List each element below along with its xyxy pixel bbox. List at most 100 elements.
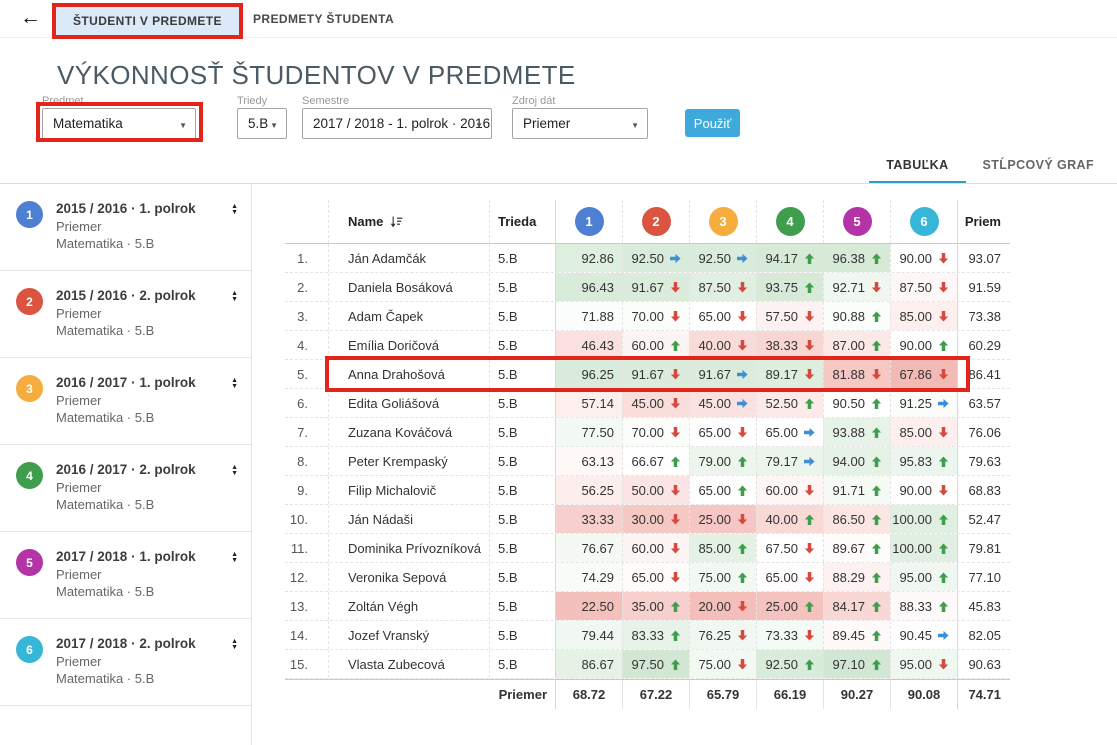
score-value: 79.44: [581, 628, 614, 643]
reorder-arrows-icon[interactable]: ▲▼: [231, 552, 238, 564]
score-cell: 85.00: [689, 534, 756, 562]
table-row[interactable]: 5.Anna Drahošová5.B96.2591.6791.6789.178…: [285, 360, 1010, 389]
trend-down-icon: [737, 514, 748, 525]
score-cell: 67.50: [756, 534, 823, 562]
sidebar-item-semester-5[interactable]: 52017 / 2018 · 1. polrokPriemerMatematik…: [0, 532, 251, 619]
sidebar-item-semester-2[interactable]: 22015 / 2016 · 2. polrokPriemerMatematik…: [0, 271, 251, 358]
table-row[interactable]: 10.Ján Nádaši5.B33.3330.0025.0040.0086.5…: [285, 505, 1010, 534]
trend-down-icon: [938, 659, 949, 670]
table-row[interactable]: 8.Peter Krempaský5.B63.1366.6779.0079.17…: [285, 447, 1010, 476]
trend-up-icon: [670, 630, 681, 641]
student-name: Ján Adamčák: [328, 244, 489, 272]
score-cell: 96.43: [555, 273, 622, 301]
triedy-select[interactable]: 5.B ▼: [237, 108, 287, 139]
table-row[interactable]: 15.Vlasta Zubecová5.B86.6797.5075.0092.5…: [285, 650, 1010, 679]
semester-source: Priemer: [56, 305, 211, 322]
student-name: Zuzana Kováčová: [328, 418, 489, 446]
student-average: 73.38: [957, 302, 1010, 330]
semestre-select[interactable]: 2017 / 2018 - 1. polrok · 2016... ▼: [302, 108, 492, 139]
sidebar-item-semester-3[interactable]: 32016 / 2017 · 1. polrokPriemerMatematik…: [0, 358, 251, 445]
table-row[interactable]: 12.Veronika Sepová5.B74.2965.0075.0065.0…: [285, 563, 1010, 592]
zdroj-dat-select[interactable]: Priemer ▼: [512, 108, 648, 139]
score-value: 92.86: [581, 251, 614, 266]
reorder-arrows-icon[interactable]: ▲▼: [231, 639, 238, 651]
trend-down-icon: [871, 282, 882, 293]
score-cell: 33.33: [555, 505, 622, 533]
score-cell: 95.83: [890, 447, 957, 475]
score-value: 95.00: [899, 657, 932, 672]
student-class: 5.B: [489, 273, 555, 301]
row-index: 11.: [285, 534, 328, 562]
score-cell: 87.50: [890, 273, 957, 301]
trend-same-icon: [938, 398, 949, 409]
score-cell: 63.13: [555, 447, 622, 475]
sort-icon[interactable]: [390, 216, 403, 228]
score-value: 87.50: [698, 280, 731, 295]
predmet-select[interactable]: Matematika ▼: [42, 108, 196, 139]
table-row[interactable]: 9.Filip Michalovič5.B56.2550.0065.0060.0…: [285, 476, 1010, 505]
trend-up-icon: [938, 572, 949, 583]
score-value: 96.38: [832, 251, 865, 266]
table-row[interactable]: 2.Daniela Bosáková5.B96.4391.6787.5093.7…: [285, 273, 1010, 302]
reorder-arrows-icon[interactable]: ▲▼: [231, 204, 238, 216]
trend-up-icon: [938, 456, 949, 467]
table-row[interactable]: 14.Jozef Vranský5.B79.4483.3376.2573.338…: [285, 621, 1010, 650]
trend-up-icon: [871, 572, 882, 583]
score-value: 84.17: [832, 599, 865, 614]
tab-stlpcovy-graf[interactable]: STĹPCOVÝ GRAF: [966, 150, 1111, 184]
student-class: 5.B: [489, 418, 555, 446]
table-row[interactable]: 1.Ján Adamčák5.B92.8692.5092.5094.1796.3…: [285, 244, 1010, 273]
trend-up-icon: [804, 514, 815, 525]
score-value: 70.00: [631, 309, 664, 324]
trend-down-icon: [871, 369, 882, 380]
score-value: 74.29: [581, 570, 614, 585]
column-average: 68.72: [555, 680, 622, 709]
table-row[interactable]: 11.Dominika Prívozníková5.B76.6760.0085.…: [285, 534, 1010, 563]
score-cell: 65.00: [756, 418, 823, 446]
score-cell: 95.00: [890, 650, 957, 678]
score-value: 46.43: [581, 338, 614, 353]
score-value: 65.00: [698, 483, 731, 498]
score-cell: 88.33: [890, 592, 957, 620]
table-row[interactable]: 7.Zuzana Kováčová5.B77.5070.0065.0065.00…: [285, 418, 1010, 447]
score-cell: 66.67: [622, 447, 689, 475]
score-cell: 75.00: [689, 650, 756, 678]
sidebar-item-semester-1[interactable]: 12015 / 2016 · 1. polrokPriemerMatematik…: [0, 184, 251, 271]
table-row[interactable]: 4.Emília Doričová5.B46.4360.0040.0038.33…: [285, 331, 1010, 360]
score-cell: 79.44: [555, 621, 622, 649]
score-value: 96.25: [581, 367, 614, 382]
tab-tabulka[interactable]: TABUĽKA: [869, 150, 965, 184]
score-cell: 87.50: [689, 273, 756, 301]
tab-studenti-v-predmete[interactable]: ŠTUDENTI V PREDMETE: [56, 7, 239, 35]
series-number-badge: 5: [843, 207, 872, 236]
column-header-name[interactable]: Name: [328, 200, 489, 243]
score-value: 95.00: [899, 570, 932, 585]
table-header-row: NameTrieda123456Priem: [285, 200, 1010, 244]
table-row[interactable]: 13.Zoltán Végh5.B22.5035.0020.0025.0084.…: [285, 592, 1010, 621]
score-cell: 90.00: [890, 331, 957, 359]
score-cell: 57.14: [555, 389, 622, 417]
score-value: 88.33: [899, 599, 932, 614]
score-cell: 45.00: [622, 389, 689, 417]
trend-up-icon: [871, 601, 882, 612]
row-index: 1.: [285, 244, 328, 272]
back-arrow-icon[interactable]: ←: [20, 6, 41, 30]
apply-button[interactable]: Použiť: [685, 109, 740, 137]
tab-predmety-studenta[interactable]: PREDMETY ŠTUDENTA: [236, 5, 411, 33]
reorder-arrows-icon[interactable]: ▲▼: [231, 378, 238, 390]
table-row[interactable]: 6.Edita Goliášová5.B57.1445.0045.0052.50…: [285, 389, 1010, 418]
trend-down-icon: [804, 340, 815, 351]
table-row[interactable]: 3.Adam Čapek5.B71.8870.0065.0057.5090.88…: [285, 302, 1010, 331]
row-index: 10.: [285, 505, 328, 533]
score-cell: 75.00: [689, 563, 756, 591]
semester-sidebar: 12015 / 2016 · 1. polrokPriemerMatematik…: [0, 184, 252, 745]
score-value: 40.00: [698, 338, 731, 353]
predmet-label: Predmet: [42, 95, 84, 107]
reorder-arrows-icon[interactable]: ▲▼: [231, 291, 238, 303]
sidebar-item-semester-4[interactable]: 42016 / 2017 · 2. polrokPriemerMatematik…: [0, 445, 251, 532]
reorder-arrows-icon[interactable]: ▲▼: [231, 465, 238, 477]
student-class: 5.B: [489, 389, 555, 417]
sidebar-item-semester-6[interactable]: 62017 / 2018 · 2. polrokPriemerMatematik…: [0, 619, 251, 706]
score-value: 97.10: [832, 657, 865, 672]
top-bar: ← ŠTUDENTI V PREDMETE PREDMETY ŠTUDENTA: [0, 0, 1117, 38]
